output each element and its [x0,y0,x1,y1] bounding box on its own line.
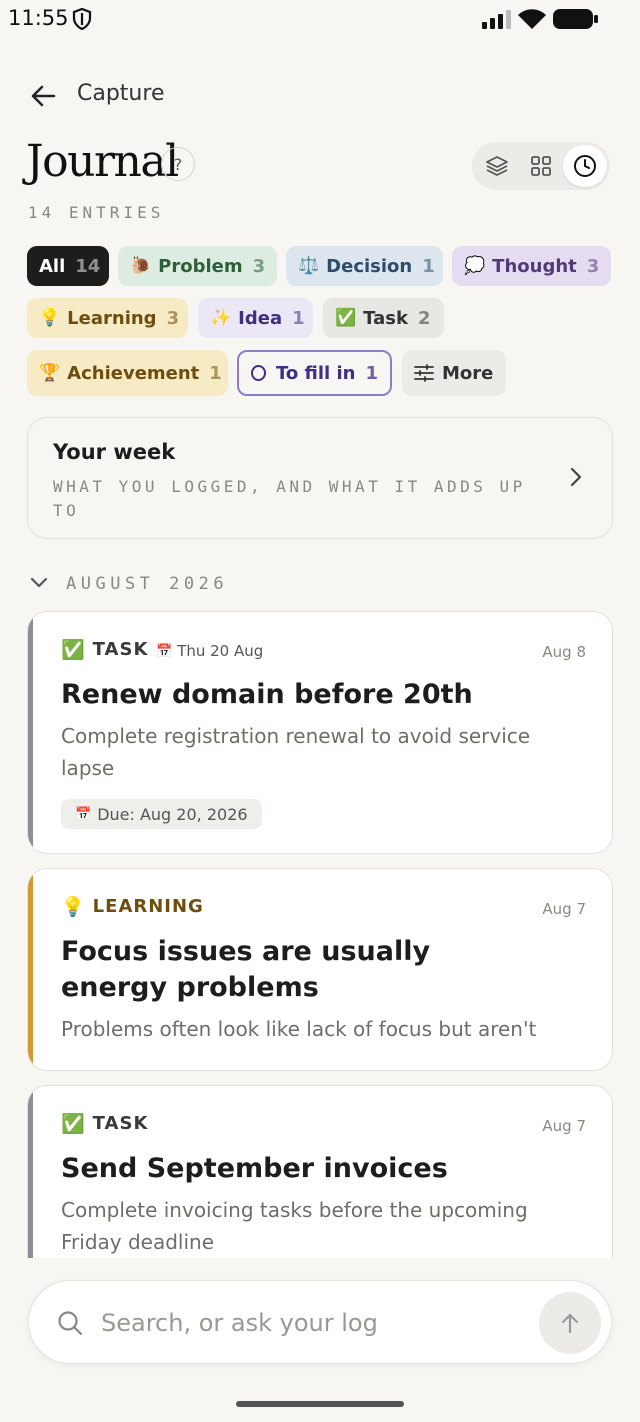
chip-count: 1 [422,255,435,277]
entry-type: 💡 LEARNING [61,895,204,918]
check-mark-icon: ✅ [61,1113,85,1135]
month-header: AUGUST 2026 [66,574,229,594]
chevron-right-icon [570,467,582,487]
type-accent-bar [28,869,33,1070]
back-button[interactable] [26,80,60,112]
entry-date: Aug 7 [542,900,586,918]
help-button[interactable]: ? [161,147,195,181]
entry-date: Aug 8 [542,643,586,661]
signal-icon [482,10,511,29]
battery-icon [553,9,598,29]
entry-title: Send September invoices [61,1153,448,1184]
week-title: Your week [53,440,176,464]
page-title: Journal [26,136,179,187]
entry-card[interactable]: ✅ TASK Aug 7 Send September invoices Com… [27,1085,613,1285]
home-indicator [236,1401,404,1407]
filter-chip-idea[interactable]: ✨ Idea 1 [198,298,313,338]
timeline-view-button[interactable] [563,145,607,187]
due-date-pill: 📅 Due: Aug 20, 2026 [61,799,262,829]
filter-chip-problem[interactable]: 🐌 Problem 3 [118,246,277,286]
sparkles-icon: ✨ [210,308,232,328]
stack-view-button[interactable] [475,145,519,187]
entry-description: Problems often look like lack of focus b… [61,1017,537,1041]
week-subtitle: WHAT YOU LOGGED, AND WHAT IT ADDS UP TO [53,477,526,520]
filter-chip-more[interactable]: More [402,350,506,396]
chip-label: Idea [238,307,283,329]
search-bar [28,1280,612,1364]
chip-count: 1 [365,362,378,384]
search-icon [58,1311,83,1336]
calendar-icon: 📅 [75,806,92,822]
arrow-up-icon [561,1313,579,1334]
entry-type-label: TASK [92,639,149,660]
chip-label: All [39,255,66,277]
shield-icon [72,8,92,30]
sliders-icon [414,364,434,382]
entry-date: Aug 7 [542,1117,586,1135]
entry-title: Renew domain before 20th [61,679,473,710]
filter-chip-learning[interactable]: 💡 Learning 3 [27,298,188,338]
chip-label: Decision [326,255,413,277]
status-bar: 11:55 [0,0,640,40]
filter-chip-to-fill-in[interactable]: To fill in 1 [237,350,392,396]
filter-chip-thought[interactable]: 💭 Thought 3 [452,246,611,286]
type-accent-bar [28,1086,33,1284]
filter-chip-decision[interactable]: ⚖️ Decision 1 [286,246,443,286]
chip-label: Achievement [67,362,200,384]
circle-icon [251,365,267,381]
entry-description: Complete invoicing tasks before the upco… [61,1198,528,1254]
grid-view-button[interactable] [519,145,563,187]
lightbulb-icon: 💡 [61,896,85,918]
entry-card[interactable]: 💡 LEARNING Aug 7 Focus issues are usuall… [27,868,613,1071]
layers-icon [486,156,508,176]
chip-label: To fill in [276,362,356,384]
chip-count: 14 [75,255,101,277]
chip-count: 3 [252,255,266,277]
entry-card[interactable]: ✅ TASK 📅 Thu 20 Aug Aug 8 Renew domain b… [27,611,613,854]
filter-chip-all[interactable]: All 14 [27,246,109,286]
week-summary-card[interactable]: Your week WHAT YOU LOGGED, AND WHAT IT A… [27,417,613,539]
wifi-icon [518,9,546,30]
clock-icon [574,155,596,177]
calendar-icon: 📅 [156,643,173,659]
filter-chip-achievement[interactable]: 🏆 Achievement 1 [27,350,228,396]
chip-count: 3 [166,307,180,329]
entry-type: ✅ TASK [61,1112,148,1135]
entry-title: Focus issues are usually energy problems [61,936,431,1003]
due-pill-text: Due: Aug 20, 2026 [97,804,248,824]
chevron-down-icon[interactable] [30,577,48,589]
thought-bubble-icon: 💭 [464,256,486,276]
send-button[interactable] [539,1292,601,1354]
check-mark-icon: ✅ [61,639,85,661]
chip-count: 3 [586,255,600,277]
lightbulb-icon: 💡 [39,308,61,328]
entry-due-inline: 📅 Thu 20 Aug [156,642,263,660]
chip-label: Task [363,307,408,329]
scales-icon: ⚖️ [298,256,320,276]
entry-type: ✅ TASK [61,638,148,661]
arrow-left-icon [31,85,56,107]
type-accent-bar [28,612,33,853]
trophy-icon: 🏆 [39,363,61,383]
chip-label: Thought [492,255,577,277]
chip-label: Learning [67,307,157,329]
entry-due-text: Thu 20 Aug [177,642,264,660]
grid-icon [531,156,551,176]
filter-chip-task[interactable]: ✅ Task 2 [323,298,444,338]
entry-type-label: LEARNING [92,896,204,917]
view-toggle [472,142,610,190]
entry-type-label: TASK [92,1113,149,1134]
chip-count: 2 [417,307,431,329]
chip-count: 1 [292,307,305,329]
snail-icon: 🐌 [130,256,152,276]
chip-label: Problem [158,255,243,277]
search-input[interactable] [101,1301,521,1345]
back-label[interactable]: Capture [77,81,164,106]
chip-label: More [442,362,494,384]
entries-count: 14 ENTRIES [28,203,165,222]
entry-description: Complete registration renewal to avoid s… [61,724,531,780]
check-mark-icon: ✅ [335,308,357,328]
chip-count: 1 [209,362,222,384]
status-time: 11:55 [8,6,69,30]
